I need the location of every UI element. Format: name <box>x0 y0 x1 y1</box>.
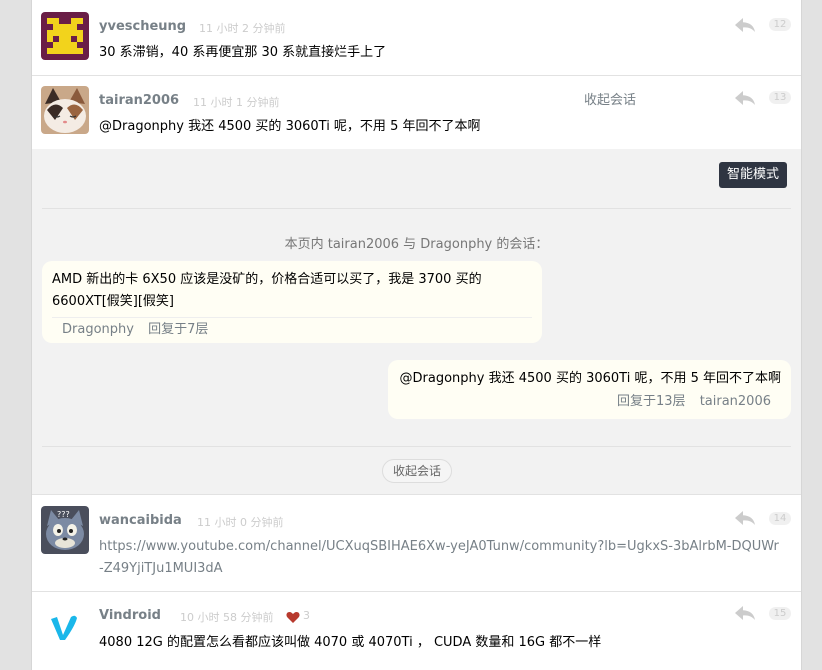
bubble-text: @Dragonphy 我还 4500 买的 3060Ti 呢，不用 5 年回不了… <box>399 371 781 386</box>
avatar[interactable] <box>41 86 89 134</box>
divider <box>42 446 791 447</box>
reply-content-link[interactable]: https://www.youtube.com/channel/UCXuqSBI… <box>99 536 781 580</box>
reply-item: tairan2006 11 小时 1 分钟前 收起会话 13 @Dragonph… <box>32 76 801 149</box>
floor-number: 12 <box>769 18 791 31</box>
conversation-title: 本页内 tairan2006 与 Dragonphy 的会话： <box>284 237 549 252</box>
heart-icon <box>286 611 300 624</box>
divider <box>42 208 791 209</box>
collapse-conversation-link[interactable]: 收起会话 <box>584 89 636 108</box>
bubble-author[interactable]: tairan2006 <box>700 394 771 409</box>
conversation-bubble-right: @Dragonphy 我还 4500 买的 3060Ti 呢，不用 5 年回不了… <box>388 360 791 419</box>
reply-time: 10 小时 58 分钟前 <box>180 611 274 624</box>
username[interactable]: wancaibida <box>99 513 182 528</box>
avatar[interactable] <box>41 602 89 650</box>
username[interactable]: yvescheung <box>99 19 186 34</box>
reply-arrow-icon[interactable] <box>734 605 756 621</box>
bubble-meta: 回复于13层 tairan2006 <box>398 390 781 412</box>
likes-count: 3 <box>303 609 310 622</box>
reply-time: 11 小时 2 分钟前 <box>199 22 286 35</box>
reply-item: yvescheung 11 小时 2 分钟前 12 30 系滞销，40 系再便宜… <box>32 0 801 76</box>
avatar[interactable] <box>41 12 89 60</box>
bubble-text: AMD 新出的卡 6X50 应该是没矿的，价格合适可以买了，我是 3700 买的… <box>52 272 482 309</box>
bubble-author[interactable]: Dragonphy <box>62 322 134 337</box>
conversation-bubble-left: AMD 新出的卡 6X50 应该是没矿的，价格合适可以买了，我是 3700 买的… <box>42 261 542 343</box>
reply-content: 30 系滞销，40 系再便宜那 30 系就直接烂手上了 <box>99 45 387 60</box>
bubble-reply-to[interactable]: 回复于13层 <box>617 394 686 409</box>
svg-text:???: ??? <box>57 510 70 519</box>
bubble-meta: Dragonphy 回复于7层 <box>52 317 532 340</box>
bubble-reply-to[interactable]: 回复于7层 <box>148 322 208 337</box>
conversation-panel: 智能模式 本页内 tairan2006 与 Dragonphy 的会话： AMD… <box>32 149 801 495</box>
reply-time: 11 小时 0 分钟前 <box>197 516 284 529</box>
reply-content: 4080 12G 的配置怎么看都应该叫做 4070 或 4070Ti ， CUD… <box>99 635 602 650</box>
reply-arrow-icon[interactable] <box>734 17 756 33</box>
replies-panel: yvescheung 11 小时 2 分钟前 12 30 系滞销，40 系再便宜… <box>31 0 802 670</box>
floor-number: 14 <box>769 512 791 525</box>
reply-item: Vindroid 10 小时 58 分钟前 3 15 4080 12G 的配置怎… <box>32 592 801 670</box>
reply-time: 11 小时 1 分钟前 <box>193 96 280 109</box>
reply-arrow-icon[interactable] <box>734 90 756 106</box>
avatar[interactable]: ??? <box>41 506 89 554</box>
smart-mode-button[interactable]: 智能模式 <box>719 162 787 188</box>
reply-content: @Dragonphy 我还 4500 买的 3060Ti 呢，不用 5 年回不了… <box>99 119 481 134</box>
username[interactable]: tairan2006 <box>99 93 179 108</box>
floor-number: 15 <box>769 607 791 620</box>
reply-arrow-icon[interactable] <box>734 510 756 526</box>
floor-number: 13 <box>769 91 791 104</box>
username[interactable]: Vindroid <box>99 608 161 623</box>
reply-item: ??? wancaibida 11 小时 0 分钟前 14 https://ww… <box>32 496 801 592</box>
collapse-conversation-button[interactable]: 收起会话 <box>382 459 452 483</box>
